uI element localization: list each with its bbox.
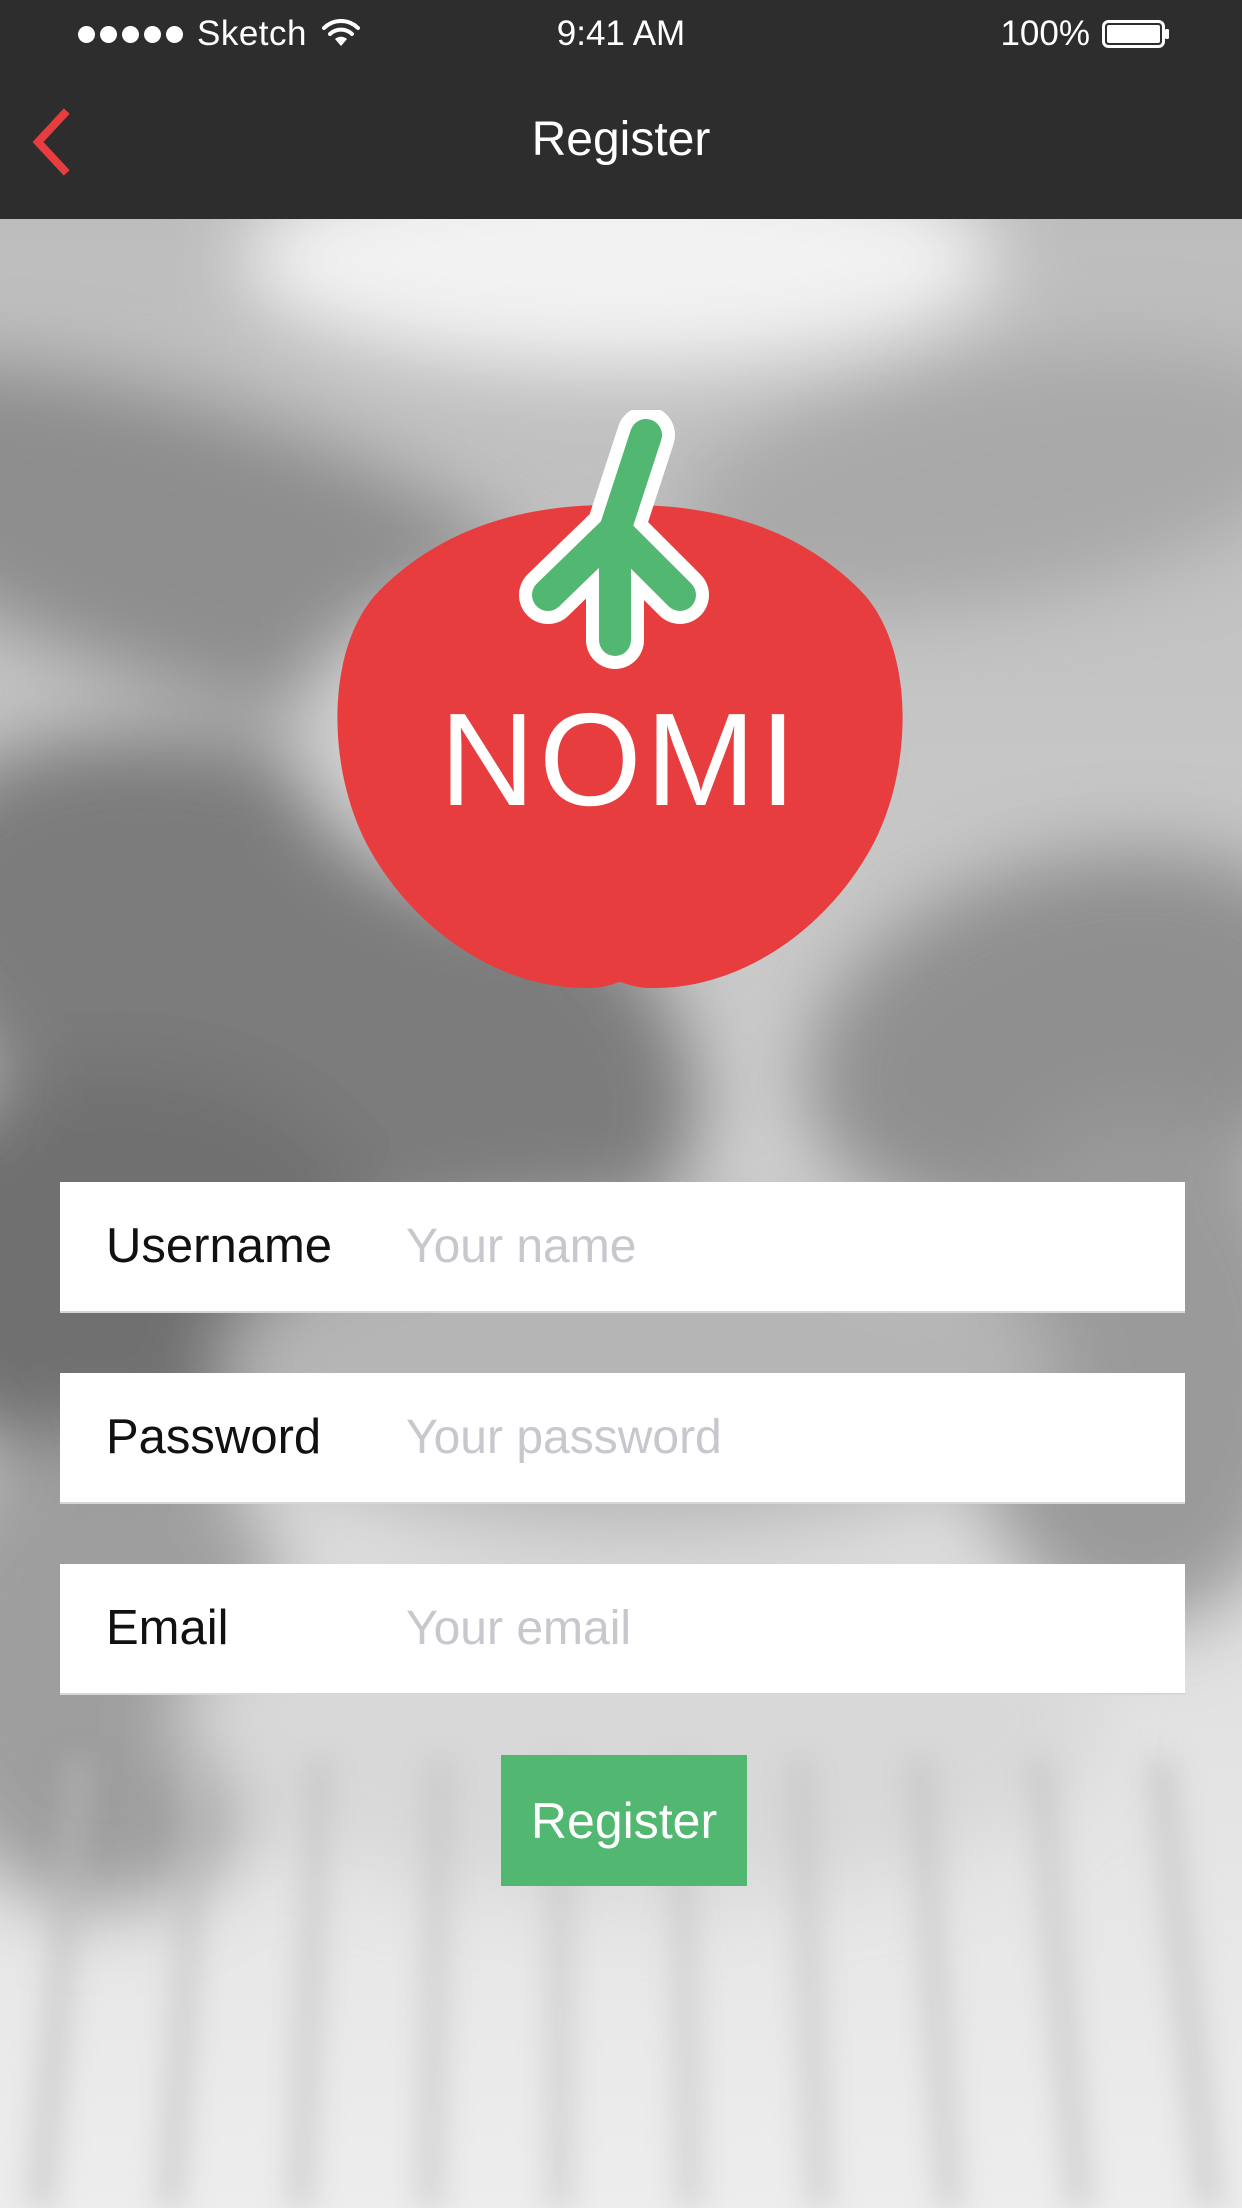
username-input[interactable]	[406, 1206, 1146, 1286]
status-right: 100%	[1000, 12, 1170, 56]
email-row: Email	[60, 1564, 1185, 1695]
navigation-bar: Register	[0, 66, 1242, 219]
register-button[interactable]: Register	[501, 1755, 747, 1886]
status-bar: Sketch 9:41 AM 100%	[0, 0, 1242, 66]
email-input[interactable]	[406, 1588, 1146, 1668]
battery-percentage: 100%	[1000, 14, 1090, 53]
username-row: Username	[60, 1182, 1185, 1313]
password-input[interactable]	[406, 1397, 1146, 1477]
password-label: Password	[106, 1410, 322, 1464]
page-title: Register	[531, 113, 711, 166]
password-row: Password	[60, 1373, 1185, 1504]
username-label: Username	[106, 1219, 333, 1273]
email-label: Email	[106, 1601, 229, 1655]
battery-icon	[1102, 20, 1169, 48]
nomi-logo: NOMI	[330, 410, 910, 1000]
logo-text: NOMI	[439, 686, 801, 833]
